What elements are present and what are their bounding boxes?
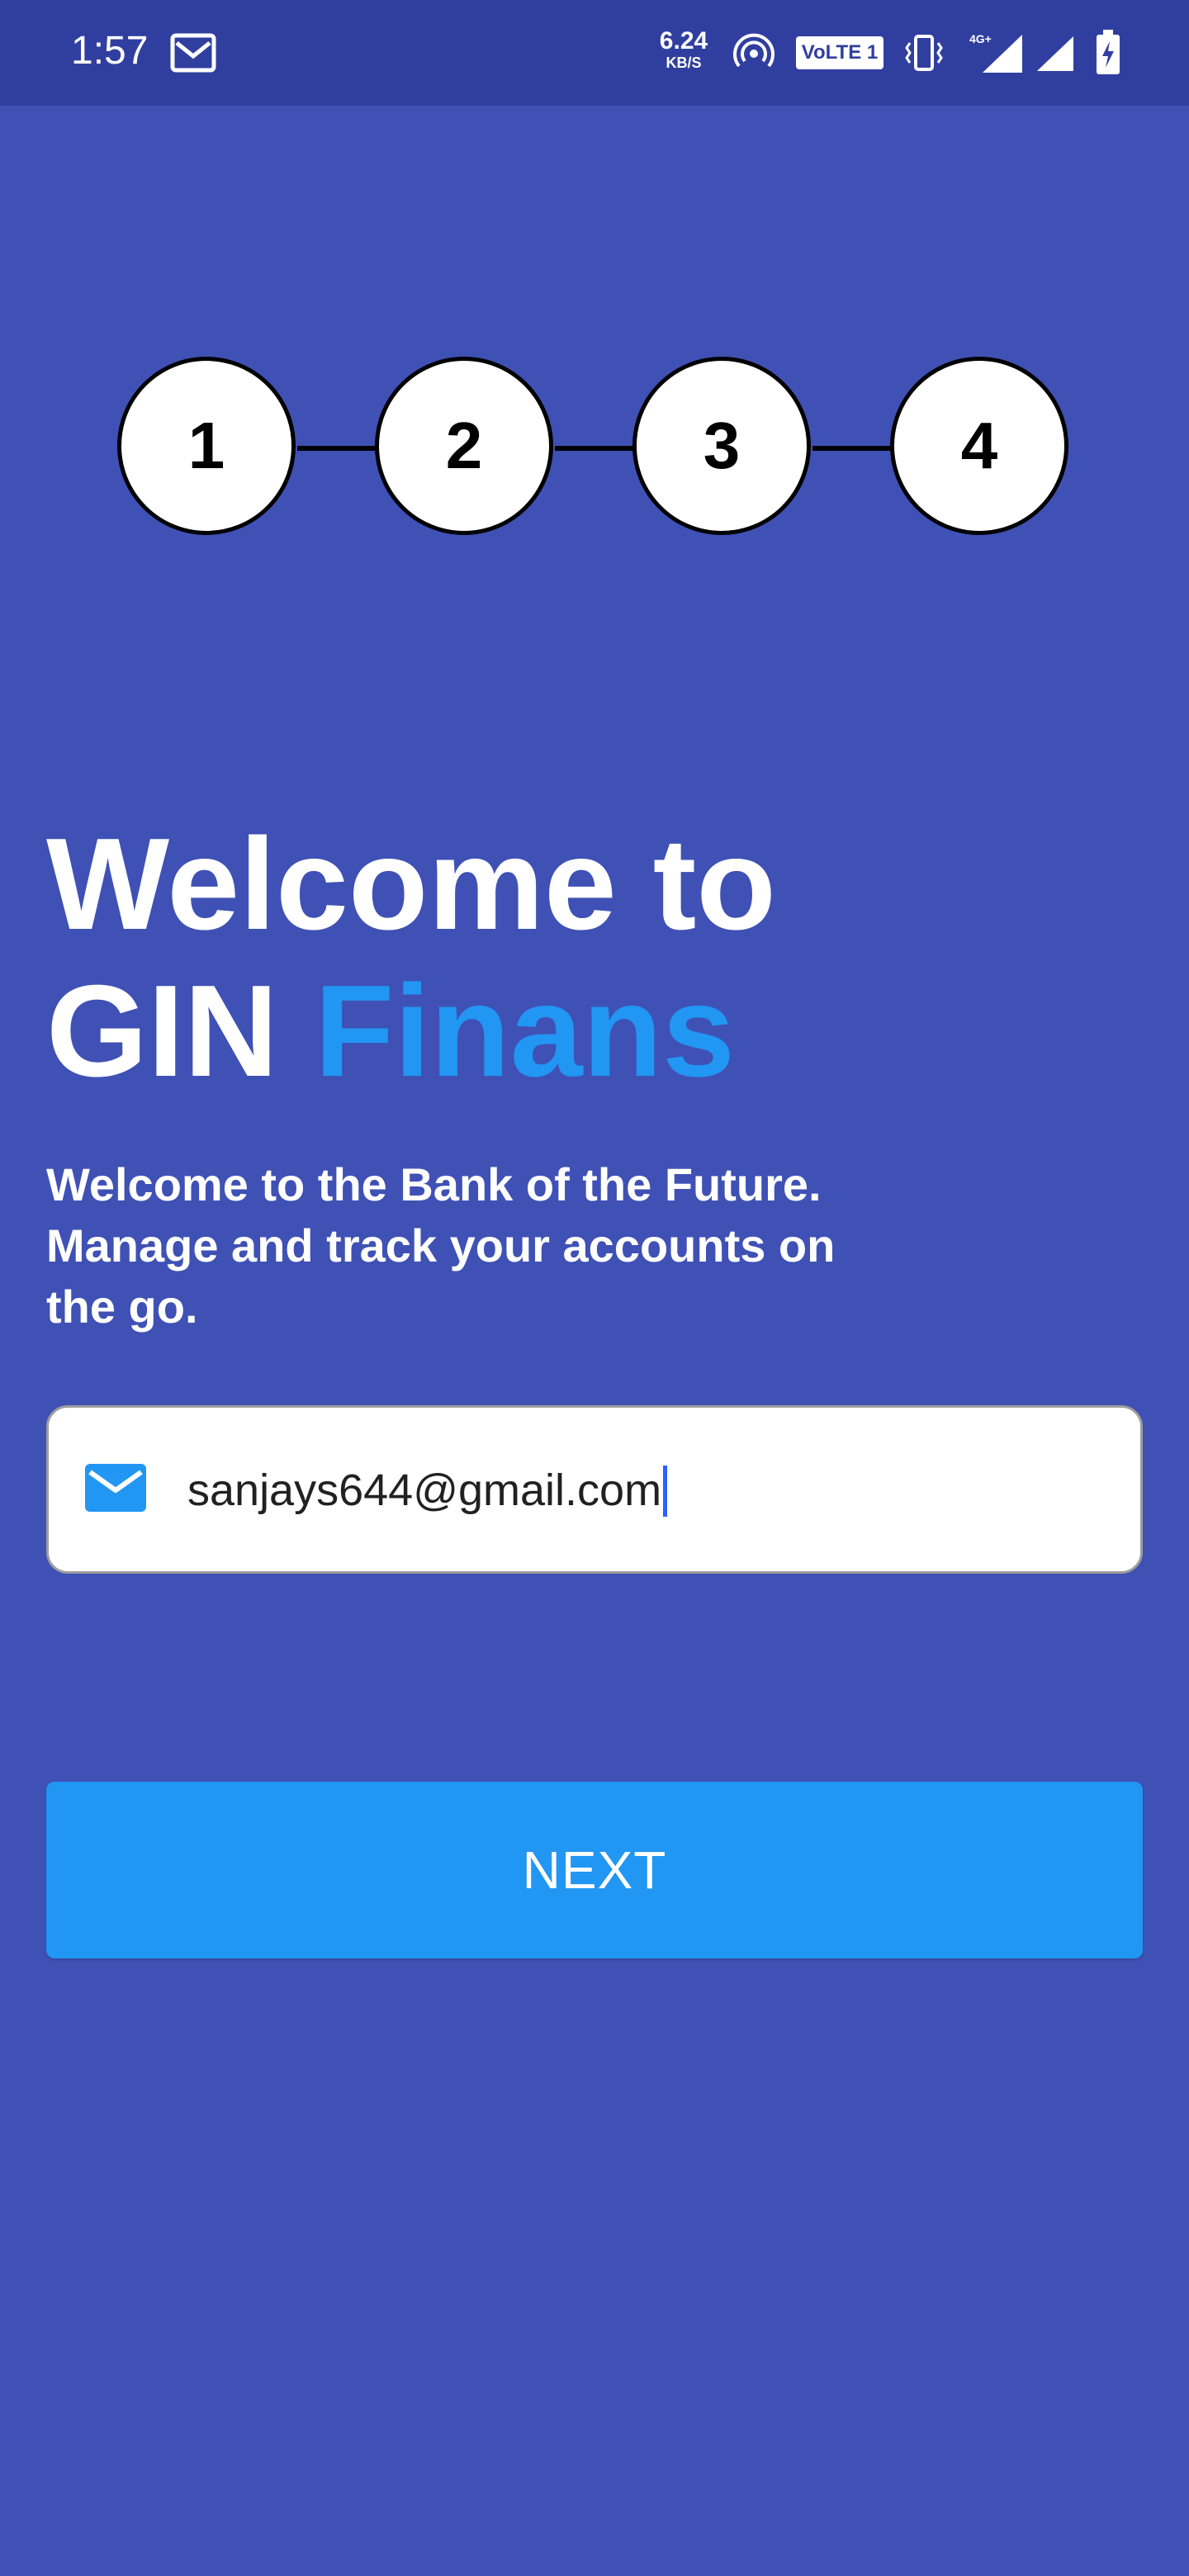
page-title: Welcome to GIN Finans [46,811,1120,1105]
mail-icon [85,1464,146,1512]
progress-stepper: 1 2 3 4 [0,0,1189,578]
step-connector [297,446,380,451]
title-line-1: Welcome to [46,812,776,957]
step-connector [812,446,895,451]
text-cursor [663,1466,667,1517]
brand-name-first: GIN [46,959,278,1104]
brand-name-second: Finans [314,959,735,1104]
welcome-subtitle: Welcome to the Bank of the Future. Manag… [46,1158,836,1333]
email-field[interactable]: sanjays644@gmail.com [46,1405,1143,1574]
next-button[interactable]: NEXT [46,1782,1143,1958]
step-1: 1 [117,357,296,535]
step-connector [555,446,637,451]
email-input[interactable]: sanjays644@gmail.com [187,1451,661,1530]
step-4: 4 [890,357,1068,535]
step-3: 3 [632,357,811,535]
step-2: 2 [375,357,553,535]
